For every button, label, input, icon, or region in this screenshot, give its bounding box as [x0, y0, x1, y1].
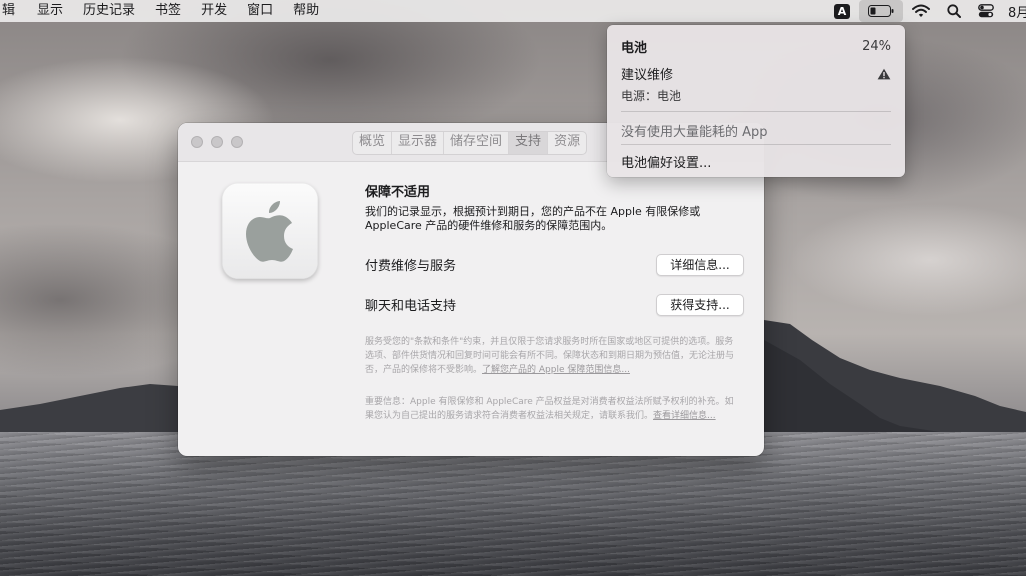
coverage-info-link[interactable]: 了解您产品的 Apple 保障范围信息...: [482, 365, 630, 375]
wifi-icon: [912, 4, 930, 17]
power-source: 电源：电池: [621, 89, 682, 103]
wifi-status-menu[interactable]: [910, 0, 932, 22]
menu-view[interactable]: 显示: [27, 0, 73, 22]
close-button[interactable]: [191, 136, 203, 148]
menu-history[interactable]: 历史记录: [73, 0, 145, 22]
get-support-button[interactable]: 获得支持...: [656, 294, 744, 316]
tab-support[interactable]: 支持: [509, 132, 549, 154]
tab-overview[interactable]: 概览: [353, 132, 393, 154]
battery-preferences-label: 电池偏好设置...: [621, 156, 712, 171]
battery-preferences-item[interactable]: 电池偏好设置...: [621, 152, 891, 171]
battery-status-menu[interactable]: [859, 0, 903, 22]
tab-displays[interactable]: 显示器: [392, 132, 445, 154]
menu-develop[interactable]: 开发: [191, 0, 237, 22]
input-source-badge: A: [834, 3, 850, 19]
terms-fine-print: 服务受您的"条款和条件"约束，并且仅限于您请求服务时所在国家或地区可提供的选项。…: [365, 335, 741, 377]
view-details-link[interactable]: 查看详细信息...: [653, 411, 716, 421]
zoom-button[interactable]: [231, 136, 243, 148]
tab-resources[interactable]: 资源: [548, 132, 586, 154]
warning-icon: [877, 68, 891, 79]
power-source-row: 电源：电池: [621, 87, 891, 104]
battery-low-icon: [868, 5, 894, 17]
support-pane: 保障不适用 我们的记录显示，根据预计到期日，您的产品不在 Apple 有限保修或…: [178, 162, 764, 456]
energy-apps-row: 没有使用大量能耗的 App: [621, 121, 891, 140]
chat-support-label: 聊天和电话支持: [365, 299, 457, 314]
battery-header-row: 电池 24%: [621, 37, 891, 56]
control-center-icon: [978, 4, 994, 18]
tab-storage[interactable]: 储存空间: [444, 132, 510, 154]
coverage-heading: 保障不适用: [365, 185, 431, 200]
details-button[interactable]: 详细信息...: [656, 254, 744, 276]
clock-menu[interactable]: 8月: [1008, 0, 1026, 22]
spotlight-menu[interactable]: [944, 0, 964, 22]
apple-logo-tile: [222, 183, 318, 279]
consumer-law-fine-print: 重要信息：Apple 有限保修和 AppleCare 产品权益是对消费者权益法所…: [365, 395, 741, 423]
search-icon: [947, 4, 961, 18]
paid-repair-label: 付费维修与服务: [365, 259, 457, 274]
clock-text: 8月: [1008, 5, 1026, 21]
control-center-menu[interactable]: [976, 0, 996, 22]
battery-title: 电池: [621, 41, 648, 56]
no-energy-apps: 没有使用大量能耗的 App: [621, 125, 768, 140]
menu-help[interactable]: 帮助: [283, 0, 329, 22]
battery-dropdown-menu: 电池 24% 建议维修 电源：电池 没有使用大量能耗的 App 电池偏好设置..…: [607, 25, 905, 177]
menu-bar: 辑 显示 历史记录 书签 开发 窗口 帮助 A 8月: [0, 0, 1026, 22]
battery-percent: 24%: [862, 39, 891, 54]
menu-separator: [621, 144, 891, 145]
coverage-description: 我们的记录显示，根据预计到期日，您的产品不在 Apple 有限保修或 Apple…: [365, 205, 701, 232]
battery-condition: 建议维修: [621, 68, 674, 83]
menu-edit[interactable]: 辑: [0, 0, 27, 22]
battery-condition-row[interactable]: 建议维修: [621, 64, 891, 83]
minimize-button[interactable]: [211, 136, 223, 148]
menu-bookmarks[interactable]: 书签: [145, 0, 191, 22]
menu-window[interactable]: 窗口: [237, 0, 283, 22]
menu-separator: [621, 111, 891, 112]
apple-logo-icon: [246, 201, 293, 262]
tab-bar: 概览 显示器 储存空间 支持 资源: [352, 131, 588, 155]
input-source-menu[interactable]: A: [833, 0, 851, 22]
